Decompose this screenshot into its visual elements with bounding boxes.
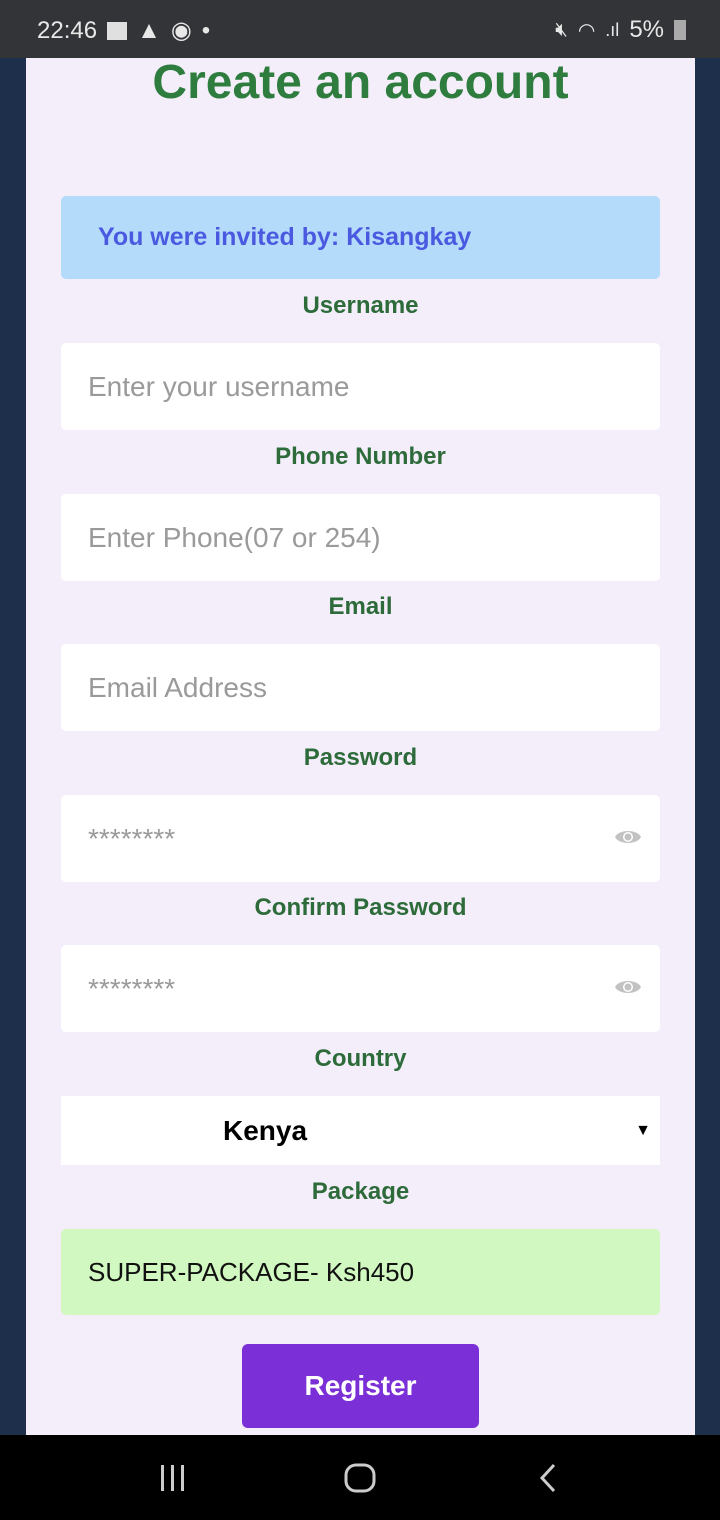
- home-icon[interactable]: [343, 1462, 377, 1494]
- gallery-icon: [107, 21, 128, 40]
- battery-level: 5%: [629, 16, 664, 43]
- package-label: Package: [311, 1178, 410, 1205]
- register-card: Create an account You were invited by: K…: [26, 58, 695, 1435]
- register-button[interactable]: Register: [242, 1344, 479, 1428]
- media-icon: ◉: [170, 17, 192, 44]
- status-bar: 22:46 ▲ ◉ • 🔇︎ ◠ .ıl 5%: [0, 0, 720, 58]
- confirm-password-input[interactable]: ********: [61, 945, 660, 1032]
- password-input[interactable]: ********: [61, 795, 660, 882]
- username-label: Username: [302, 292, 419, 319]
- signal-icon: .ıl: [605, 19, 620, 40]
- dot-icon: •: [201, 16, 211, 44]
- navigation-bar: [0, 1435, 720, 1520]
- country-select[interactable]: Kenya ▼: [61, 1096, 660, 1165]
- clock: 22:46: [37, 16, 98, 44]
- password-placeholder: ********: [88, 822, 176, 854]
- mute-icon: 🔇︎: [555, 18, 568, 41]
- phone-label: Phone Number: [275, 443, 446, 470]
- dropdown-arrow-icon: ▼: [635, 1121, 651, 1139]
- back-icon[interactable]: [536, 1462, 560, 1494]
- invite-banner: You were invited by: Kisangkay: [61, 196, 660, 279]
- confirm-password-placeholder: ********: [88, 972, 176, 1004]
- username-placeholder: Enter your username: [88, 370, 350, 402]
- confirm-password-label: Confirm Password: [254, 894, 467, 921]
- battery-icon: [674, 20, 686, 40]
- inviter-name: Kisangkay: [346, 223, 472, 251]
- wifi-icon: ◠: [577, 19, 596, 42]
- username-input[interactable]: Enter your username: [61, 343, 660, 430]
- email-placeholder: Email Address: [88, 671, 267, 703]
- eye-icon[interactable]: [614, 827, 642, 847]
- phone-placeholder: Enter Phone(07 or 254): [88, 521, 381, 553]
- password-label: Password: [303, 744, 418, 771]
- warning-icon: ▲: [137, 16, 161, 44]
- eye-icon[interactable]: [614, 977, 642, 997]
- invite-prefix: You were invited by:: [98, 223, 347, 251]
- page-title: Create an account: [152, 56, 569, 109]
- email-label: Email: [328, 593, 393, 620]
- country-value: Kenya: [223, 1114, 308, 1146]
- email-input[interactable]: Email Address: [61, 644, 660, 731]
- phone-input[interactable]: Enter Phone(07 or 254): [61, 494, 660, 581]
- recent-apps-icon[interactable]: [158, 1463, 188, 1493]
- package-field: SUPER-PACKAGE- Ksh450: [61, 1229, 660, 1315]
- country-label: Country: [314, 1045, 407, 1072]
